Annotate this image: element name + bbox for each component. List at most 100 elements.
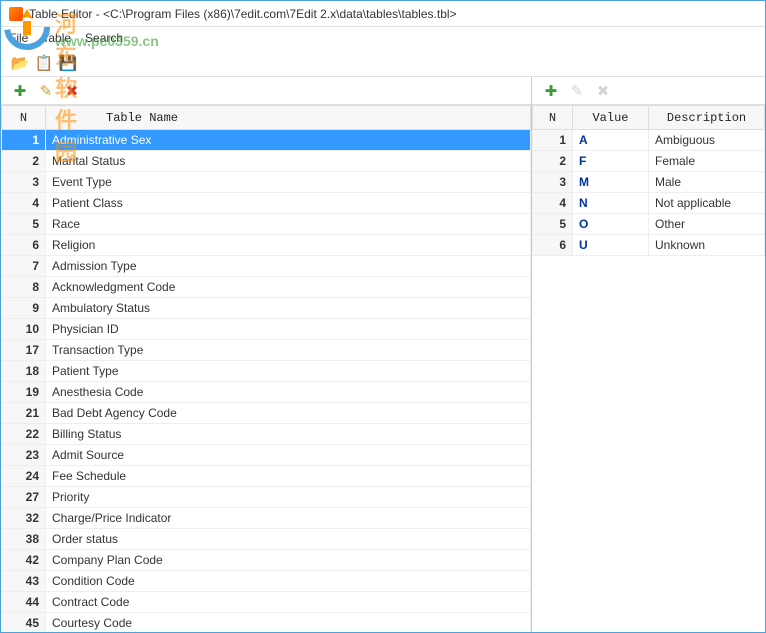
- table-row[interactable]: 22Billing Status: [2, 424, 531, 445]
- row-n: 9: [2, 298, 46, 319]
- col-header-name[interactable]: Table Name: [46, 106, 531, 130]
- row-name: Courtesy Code: [46, 613, 531, 633]
- table-row[interactable]: 27Priority: [2, 487, 531, 508]
- row-name: Physician ID: [46, 319, 531, 340]
- row-n: 19: [2, 382, 46, 403]
- menu-bar: File Table Search: [1, 27, 765, 49]
- table-row[interactable]: 7Admission Type: [2, 256, 531, 277]
- row-name: Charge/Price Indicator: [46, 508, 531, 529]
- edit-value-icon[interactable]: ✎: [568, 82, 586, 100]
- menu-table[interactable]: Table: [42, 31, 71, 45]
- save-icon[interactable]: 💾: [59, 54, 77, 72]
- row-n: 18: [2, 361, 46, 382]
- tables-grid-scroll[interactable]: N Table Name 1Administrative Sex2Marital…: [1, 105, 531, 632]
- row-name: Admission Type: [46, 256, 531, 277]
- values-toolbar: ✚ ✎ ✖: [532, 77, 765, 105]
- menu-file[interactable]: File: [9, 31, 28, 45]
- value-row[interactable]: 1AAmbiguous: [533, 130, 765, 151]
- row-value: M: [573, 172, 649, 193]
- row-n: 2: [2, 151, 46, 172]
- table-row[interactable]: 45Courtesy Code: [2, 613, 531, 633]
- row-n: 22: [2, 424, 46, 445]
- value-row[interactable]: 2FFemale: [533, 151, 765, 172]
- app-icon: [9, 7, 23, 21]
- row-name: Acknowledgment Code: [46, 277, 531, 298]
- row-name: Bad Debt Agency Code: [46, 403, 531, 424]
- table-row[interactable]: 23Admit Source: [2, 445, 531, 466]
- template-icon[interactable]: 📋: [35, 54, 53, 72]
- delete-table-icon[interactable]: ✖: [63, 82, 81, 100]
- row-name: Patient Class: [46, 193, 531, 214]
- tables-toolbar: ✚ ✎ ✖: [1, 77, 531, 105]
- table-row[interactable]: 1Administrative Sex: [2, 130, 531, 151]
- row-name: Priority: [46, 487, 531, 508]
- table-row[interactable]: 24Fee Schedule: [2, 466, 531, 487]
- open-icon[interactable]: 📂: [11, 54, 29, 72]
- table-row[interactable]: 18Patient Type: [2, 361, 531, 382]
- row-desc: Other: [649, 214, 765, 235]
- row-n: 3: [2, 172, 46, 193]
- row-desc: Female: [649, 151, 765, 172]
- row-desc: Male: [649, 172, 765, 193]
- table-row[interactable]: 19Anesthesia Code: [2, 382, 531, 403]
- row-desc: Unknown: [649, 235, 765, 256]
- table-row[interactable]: 6Religion: [2, 235, 531, 256]
- table-row[interactable]: 4Patient Class: [2, 193, 531, 214]
- table-row[interactable]: 32Charge/Price Indicator: [2, 508, 531, 529]
- row-name: Fee Schedule: [46, 466, 531, 487]
- row-name: Admit Source: [46, 445, 531, 466]
- col-header-desc[interactable]: Description: [649, 106, 765, 130]
- tables-grid: N Table Name 1Administrative Sex2Marital…: [1, 105, 531, 632]
- table-row[interactable]: 5Race: [2, 214, 531, 235]
- value-row[interactable]: 4NNot applicable: [533, 193, 765, 214]
- table-row[interactable]: 10Physician ID: [2, 319, 531, 340]
- row-n: 21: [2, 403, 46, 424]
- row-n: 4: [533, 193, 573, 214]
- add-value-icon[interactable]: ✚: [542, 82, 560, 100]
- row-name: Order status: [46, 529, 531, 550]
- col-header-vn[interactable]: N: [533, 106, 573, 130]
- values-grid: N Value Description 1AAmbiguous2FFemale3…: [532, 105, 765, 256]
- table-row[interactable]: 21Bad Debt Agency Code: [2, 403, 531, 424]
- row-n: 1: [533, 130, 573, 151]
- row-n: 1: [2, 130, 46, 151]
- row-n: 43: [2, 571, 46, 592]
- row-name: Condition Code: [46, 571, 531, 592]
- row-value: F: [573, 151, 649, 172]
- values-grid-scroll[interactable]: N Value Description 1AAmbiguous2FFemale3…: [532, 105, 765, 632]
- row-n: 45: [2, 613, 46, 633]
- row-n: 4: [2, 193, 46, 214]
- table-row[interactable]: 42Company Plan Code: [2, 550, 531, 571]
- table-row[interactable]: 2Marital Status: [2, 151, 531, 172]
- table-row[interactable]: 38Order status: [2, 529, 531, 550]
- value-row[interactable]: 3MMale: [533, 172, 765, 193]
- table-row[interactable]: 44Contract Code: [2, 592, 531, 613]
- edit-table-icon[interactable]: ✎: [37, 82, 55, 100]
- row-n: 5: [533, 214, 573, 235]
- delete-value-icon[interactable]: ✖: [594, 82, 612, 100]
- menu-search[interactable]: Search: [85, 31, 123, 45]
- row-value: A: [573, 130, 649, 151]
- row-n: 5: [2, 214, 46, 235]
- row-value: U: [573, 235, 649, 256]
- col-header-n[interactable]: N: [2, 106, 46, 130]
- row-name: Contract Code: [46, 592, 531, 613]
- row-n: 42: [2, 550, 46, 571]
- row-n: 17: [2, 340, 46, 361]
- value-row[interactable]: 6UUnknown: [533, 235, 765, 256]
- row-n: 2: [533, 151, 573, 172]
- row-value: N: [573, 193, 649, 214]
- table-row[interactable]: 17Transaction Type: [2, 340, 531, 361]
- row-name: Event Type: [46, 172, 531, 193]
- row-n: 6: [2, 235, 46, 256]
- col-header-value[interactable]: Value: [573, 106, 649, 130]
- table-row[interactable]: 8Acknowledgment Code: [2, 277, 531, 298]
- row-n: 10: [2, 319, 46, 340]
- table-row[interactable]: 43Condition Code: [2, 571, 531, 592]
- table-row[interactable]: 9Ambulatory Status: [2, 298, 531, 319]
- row-n: 24: [2, 466, 46, 487]
- value-row[interactable]: 5OOther: [533, 214, 765, 235]
- table-row[interactable]: 3Event Type: [2, 172, 531, 193]
- row-name: Race: [46, 214, 531, 235]
- add-table-icon[interactable]: ✚: [11, 82, 29, 100]
